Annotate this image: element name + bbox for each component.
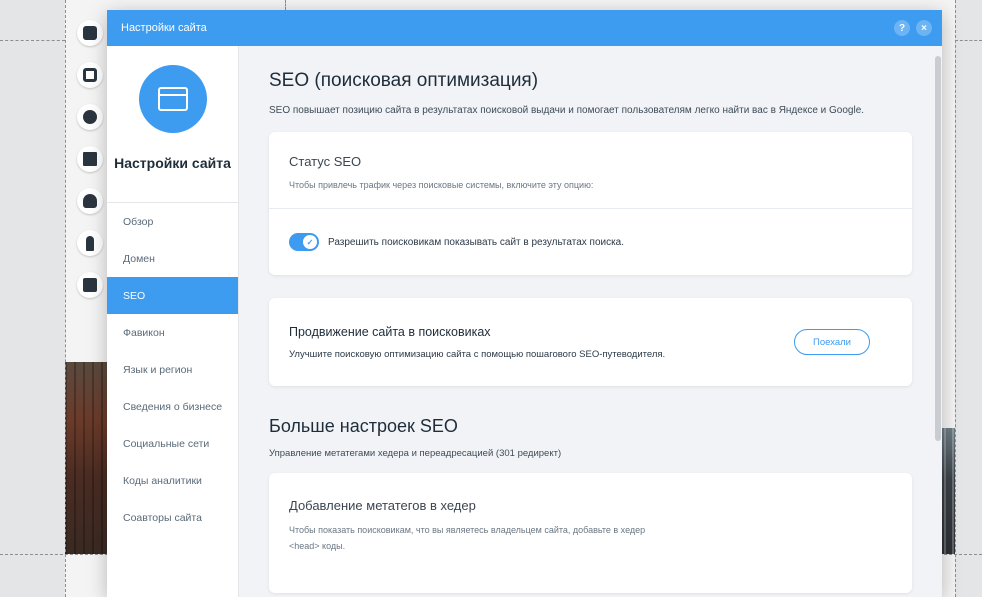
nav-item-favicon[interactable]: Фавикон [107, 314, 238, 351]
sidebar-heading: Настройки сайта [114, 155, 231, 171]
nav-item-analytics[interactable]: Коды аналитики [107, 462, 238, 499]
nav-item-domain[interactable]: Домен [107, 240, 238, 277]
nav-item-overview[interactable]: Обзор [107, 203, 238, 240]
seo-wiz-card: Продвижение сайта в поисковиках Улучшите… [269, 298, 912, 386]
header-actions: ? × [894, 20, 932, 36]
editor-toolbar [72, 20, 108, 314]
settings-sidebar: Настройки сайта Обзор Домен SEO Фавикон … [107, 46, 239, 597]
card-title: Добавление метатегов в хедер [289, 498, 476, 513]
modal-body: Настройки сайта Обзор Домен SEO Фавикон … [107, 46, 942, 597]
page-description: SEO повышает позицию сайта в результатах… [269, 105, 865, 116]
blog-icon[interactable] [77, 230, 103, 256]
modal-title: Настройки сайта [121, 22, 207, 34]
seo-status-card: Статус SEO Чтобы привлечь трафик через п… [269, 132, 912, 275]
meta-tags-card: Добавление метатегов в хедер Чтобы показ… [269, 473, 912, 593]
nav-item-seo[interactable]: SEO [107, 277, 238, 314]
settings-content: SEO (поисковая оптимизация) SEO повышает… [239, 46, 942, 597]
section-subtitle: Управление метатегами хедера и переадрес… [269, 448, 562, 459]
modal-header: Настройки сайта ? × [107, 10, 942, 46]
nav-item-collaborators[interactable]: Соавторы сайта [107, 499, 238, 536]
card-subtitle: Улучшите поисковую оптимизацию сайта с п… [289, 348, 666, 360]
guide-line [285, 0, 286, 10]
scroll-thumb[interactable] [935, 56, 941, 441]
seo-indexing-toggle[interactable]: ✓ [289, 233, 319, 251]
section-title: Больше настроек SEO [269, 416, 458, 436]
guide-line [65, 0, 66, 597]
nav-item-language[interactable]: Язык и регион [107, 351, 238, 388]
upload-icon[interactable] [77, 188, 103, 214]
card-title: Статус SEO [289, 154, 362, 169]
guide-line [955, 40, 982, 41]
content-scrollbar[interactable] [934, 56, 942, 468]
site-image-left [65, 362, 110, 554]
card-subtitle-line: <head> коды. [289, 541, 346, 551]
card-subtitle: Чтобы привлечь трафик через поисковые си… [289, 180, 594, 190]
nav-item-social[interactable]: Социальные сети [107, 425, 238, 462]
add-icon[interactable] [77, 104, 103, 130]
guide-line [0, 40, 65, 41]
guide-line [955, 0, 956, 597]
browser-icon [138, 65, 207, 133]
help-icon[interactable]: ? [894, 20, 910, 36]
apps-icon[interactable] [77, 146, 103, 172]
card-subtitle-line: Чтобы показать поисковикам, что вы являе… [289, 525, 646, 535]
page-title: SEO (поисковая оптимизация) [269, 70, 539, 91]
start-seo-wiz-button[interactable]: Поехали [794, 329, 870, 355]
background-icon[interactable] [77, 62, 103, 88]
check-icon: ✓ [303, 235, 317, 249]
toggle-label: Разрешить поисковикам показывать сайт в … [328, 236, 625, 248]
nav-item-business-info[interactable]: Сведения о бизнесе [107, 388, 238, 425]
card-title: Продвижение сайта в поисковиках [289, 324, 491, 339]
close-icon[interactable]: × [916, 20, 932, 36]
settings-nav: Обзор Домен SEO Фавикон Язык и регион Св… [107, 202, 238, 536]
bookings-icon[interactable] [77, 272, 103, 298]
pages-icon[interactable] [77, 20, 103, 46]
site-settings-modal: Настройки сайта ? × Настройки сайта Обзо… [107, 10, 942, 597]
